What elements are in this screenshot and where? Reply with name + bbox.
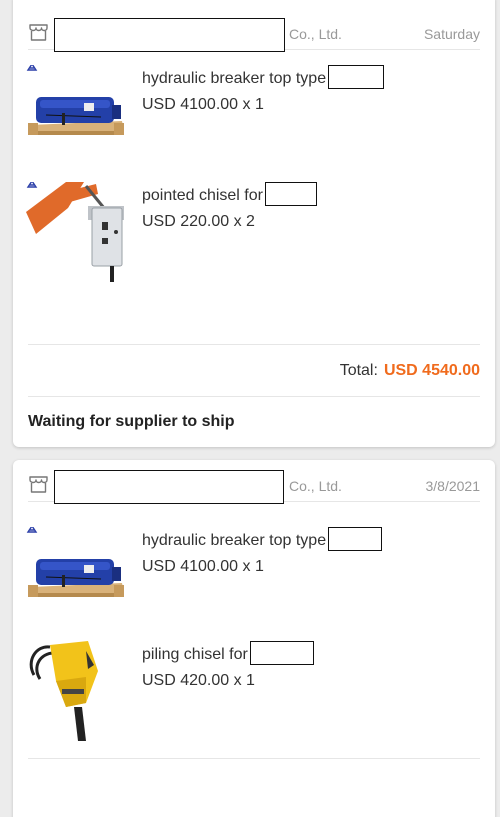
product-price: USD 220.00 x 2: [142, 213, 255, 230]
supplier-name-redacted: [54, 18, 285, 52]
supplier-name-redacted: [54, 470, 284, 504]
product-name-redacted: [249, 641, 314, 665]
order-date: 3/8/2021: [425, 478, 481, 494]
product-name-redacted: [328, 65, 385, 89]
product-name[interactable]: hydraulic breaker top type: [142, 527, 383, 551]
supplier-name-suffix: Co., Ltd.: [289, 478, 342, 494]
product-name[interactable]: hydraulic breaker top type: [142, 65, 385, 89]
product-name-redacted: [328, 527, 383, 551]
order-total: Total: USD 4540.00: [340, 362, 480, 380]
order-card[interactable]: Co., Ltd. 3/8/2021 hydraulic breaker top…: [13, 460, 495, 817]
store-icon: [29, 24, 48, 41]
divider: [28, 758, 480, 759]
divider: [28, 396, 480, 397]
order-status: Waiting for supplier to ship: [28, 413, 235, 430]
product-price: USD 4100.00 x 1: [142, 96, 264, 113]
divider: [28, 344, 480, 345]
total-amount: USD 4540.00: [383, 362, 480, 379]
product-name[interactable]: piling chisel for: [142, 641, 314, 665]
order-header: Co., Ltd. Saturday: [28, 16, 480, 52]
hydraulic-breaker-image: [26, 527, 124, 597]
order-card[interactable]: Co., Ltd. Saturday hydraulic breaker top…: [13, 0, 495, 447]
order-header: Co., Ltd. 3/8/2021: [28, 468, 481, 504]
product-name[interactable]: pointed chisel for: [142, 182, 317, 206]
total-label: Total:: [339, 362, 378, 379]
excavator-breaker-image: [26, 182, 124, 282]
store-icon: [29, 476, 48, 493]
product-name-redacted: [264, 182, 317, 206]
product-price: USD 4100.00 x 1: [142, 558, 264, 575]
hydraulic-breaker-image: [26, 65, 124, 135]
yellow-breaker-image: [29, 641, 98, 741]
supplier-name-suffix: Co., Ltd.: [289, 26, 342, 42]
order-date: Saturday: [423, 26, 480, 42]
product-price: USD 420.00 x 1: [142, 672, 255, 689]
